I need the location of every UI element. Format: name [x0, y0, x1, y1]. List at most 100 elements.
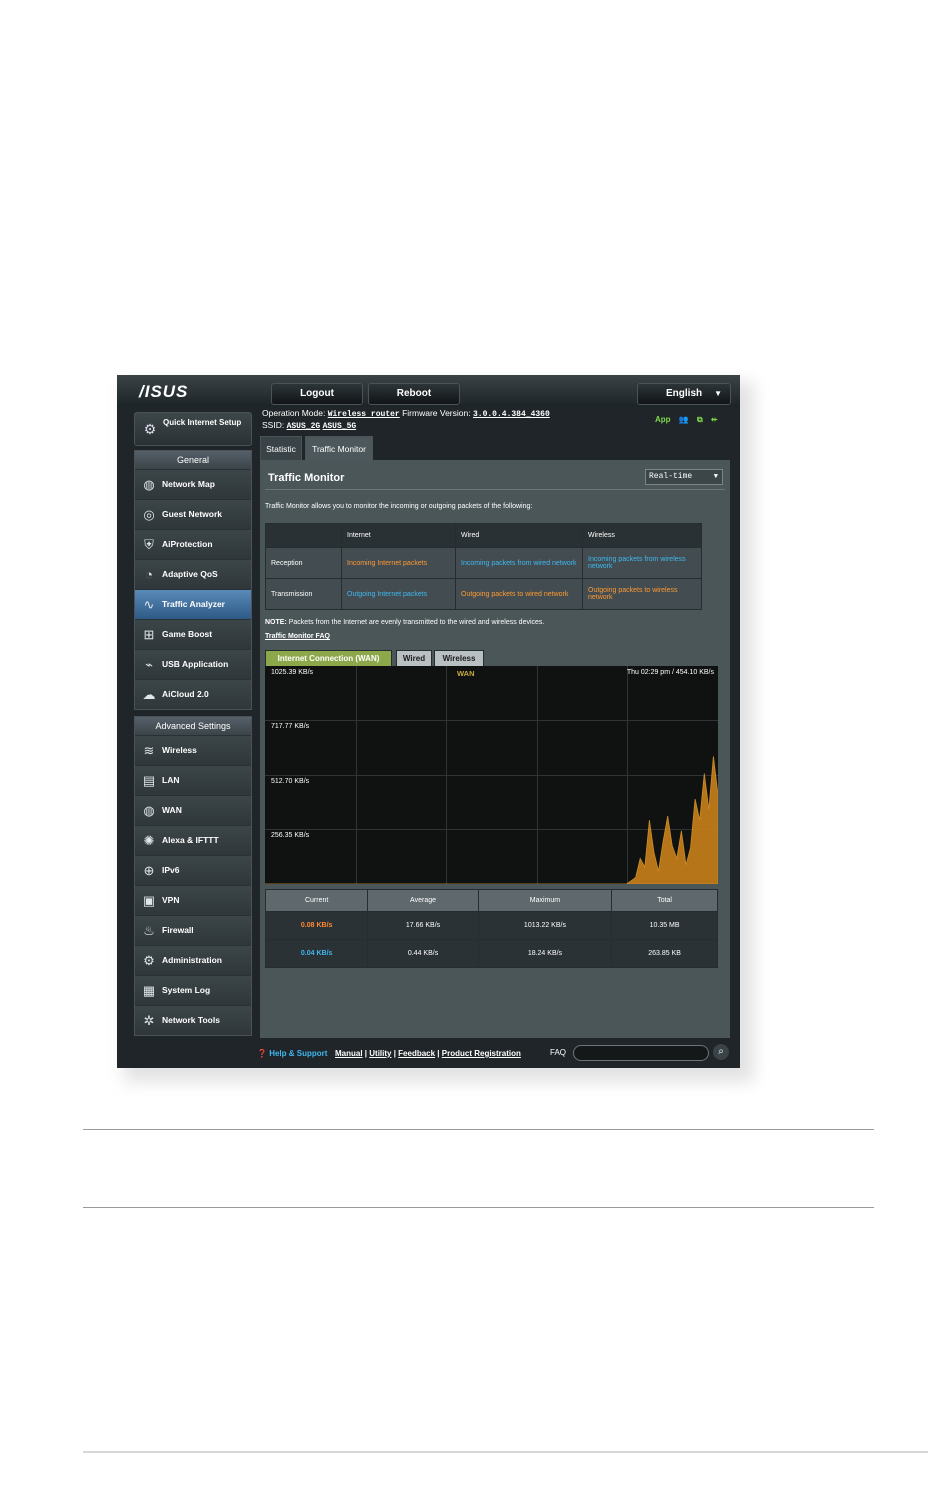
reboot-button[interactable]: Reboot: [368, 383, 460, 405]
lan-icon: ▤: [142, 773, 156, 788]
mode-value: Real-time: [649, 472, 693, 481]
sidebar-item-network-tools[interactable]: ✲ Network Tools: [135, 1005, 251, 1035]
table-header: Internet: [341, 523, 456, 548]
logout-button[interactable]: Logout: [271, 383, 363, 405]
sidebar-item-guest-network[interactable]: ◎ Guest Network: [135, 499, 251, 529]
top-bar: /ISUS Logout Reboot English ▼: [117, 375, 740, 407]
language-select[interactable]: English ▼: [637, 383, 731, 405]
router-info: Operation Mode: Wireless router Firmware…: [262, 408, 550, 432]
tab-traffic-monitor[interactable]: Traffic Monitor: [305, 436, 373, 461]
feedback-link[interactable]: Feedback: [398, 1049, 435, 1058]
description: Traffic Monitor allows you to monitor th…: [265, 503, 533, 510]
ssid-label: SSID:: [262, 420, 285, 430]
table-cell: Incoming packets from wireless network: [582, 547, 702, 579]
ssid-5g-link[interactable]: ASUS_5G: [323, 422, 357, 431]
page-title: Traffic Monitor: [268, 472, 345, 484]
table-cell: Outgoing Internet packets: [341, 578, 456, 610]
table-cell: Incoming packets from wired network: [455, 547, 583, 579]
divider: [265, 489, 725, 490]
utility-link[interactable]: Utility: [369, 1049, 391, 1058]
sidebar-item-ipv6[interactable]: ⊕ IPv6: [135, 855, 251, 885]
page-rule-top: [83, 1129, 874, 1130]
note: NOTE: Packets from the Internet are even…: [265, 619, 544, 626]
sidebar-item-label: VPN: [162, 895, 180, 905]
sidebar-item-label: IPv6: [162, 865, 180, 875]
stats-header: Maximum: [477, 889, 613, 912]
ssid-2g-link[interactable]: ASUS_2G: [287, 422, 321, 431]
total-tx: 263.85 KB: [611, 939, 718, 968]
faq-link[interactable]: Traffic Monitor FAQ: [265, 633, 330, 640]
help-label: Help & Support: [269, 1049, 328, 1058]
qis-label: Quick Internet Setup: [163, 418, 242, 427]
vpn-icon: ▣: [142, 893, 156, 908]
sidebar-item-label: Game Boost: [162, 629, 213, 639]
sidebar-item-adaptive-qos[interactable]: ◔ Adaptive QoS: [135, 559, 251, 589]
tab-statistic[interactable]: Statistic: [260, 436, 302, 461]
main-panel: Traffic Monitor Real-time ▼ Traffic Moni…: [260, 460, 730, 1038]
stats-row: 0.08 KB/s 17.66 KB/s 1013.22 KB/s 10.35 …: [264, 911, 718, 940]
status-icons: App 👥 ⧉ ⇷: [649, 415, 718, 425]
sidebar-item-label: Wireless: [162, 745, 197, 755]
sidebar-item-vpn[interactable]: ▣ VPN: [135, 885, 251, 915]
note-label: NOTE:: [265, 619, 287, 626]
sidebar-item-label: Administration: [162, 955, 222, 965]
product-registration-link[interactable]: Product Registration: [442, 1049, 521, 1058]
sidebar-item-network-map[interactable]: ◍ Network Map: [135, 469, 251, 499]
mode-select[interactable]: Real-time ▼: [645, 469, 723, 485]
wand-icon: ⚙: [143, 421, 157, 437]
footer-links: Manual | Utility | Feedback | Product Re…: [335, 1049, 521, 1058]
sidebar-item-label: LAN: [162, 775, 180, 785]
y-tick-label: 512.70 KB/s: [271, 778, 310, 785]
table-cell: Incoming Internet packets: [341, 547, 456, 579]
chart-title: WAN: [457, 669, 475, 678]
sidebar-item-wireless[interactable]: ≋ Wireless: [135, 735, 251, 765]
sidebar-item-usb-application[interactable]: ⌁ USB Application: [135, 649, 251, 679]
sidebar-item-lan[interactable]: ▤ LAN: [135, 765, 251, 795]
sidebar-item-system-log[interactable]: ▦ System Log: [135, 975, 251, 1005]
gauge-icon: ◔: [145, 567, 153, 582]
sidebar-item-alexa-ifttt[interactable]: ✺ Alexa & IFTTT: [135, 825, 251, 855]
sidebar-item-label: WAN: [162, 805, 182, 815]
search-icon[interactable]: ⌕: [713, 1044, 729, 1060]
sidebar-item-traffic-analyzer[interactable]: ∿ Traffic Analyzer: [135, 589, 251, 619]
footer: ❓ Help & Support Manual | Utility | Feed…: [257, 1043, 740, 1068]
average-rx: 17.66 KB/s: [367, 911, 479, 940]
wave-icon: ∿: [143, 597, 155, 612]
table-header: Wired: [455, 523, 583, 548]
traffic-chart-svg: 1025.39 KB/s 717.77 KB/s 512.70 KB/s 256.35…: [265, 666, 719, 885]
alexa-icon: ✺: [143, 833, 155, 848]
firmware-link[interactable]: 3.0.0.4.384_4360: [473, 410, 550, 419]
network-status-icon[interactable]: ⧉: [697, 415, 703, 424]
sidebar-item-label: Network Map: [162, 479, 215, 489]
current-tx: 0.04 KB/s: [264, 939, 369, 968]
current-rx: 0.08 KB/s: [264, 911, 369, 940]
gamepad-icon: ⊞: [143, 627, 155, 642]
total-rx: 10.35 MB: [611, 911, 718, 940]
clients-icon[interactable]: 👥: [679, 415, 689, 424]
op-mode-link[interactable]: Wireless router: [328, 410, 400, 419]
sidebar-item-aiprotection[interactable]: ⛨ AiProtection: [135, 529, 251, 559]
y-tick-label: 1025.39 KB/s: [271, 669, 314, 676]
sidebar-item-aicloud-2-0[interactable]: ☁ AiCloud 2.0: [135, 679, 251, 709]
quick-internet-setup-button[interactable]: ⚙ Quick Internet Setup: [134, 412, 252, 446]
sidebar-item-wan[interactable]: ◍ WAN: [135, 795, 251, 825]
cloud-icon: ☁: [142, 687, 156, 702]
faq-search-input[interactable]: [573, 1045, 709, 1061]
sidebar-item-game-boost[interactable]: ⊞ Game Boost: [135, 619, 251, 649]
stats-header: Average: [367, 889, 479, 912]
sidebar-item-label: Adaptive QoS: [162, 569, 218, 579]
app-link[interactable]: App: [655, 415, 671, 424]
table-header: Wireless: [582, 523, 702, 548]
usb-status-icon[interactable]: ⇷: [711, 415, 718, 424]
chevron-down-icon: ▼: [713, 473, 718, 481]
manual-link[interactable]: Manual: [335, 1049, 363, 1058]
chevron-down-icon: ▼: [714, 389, 722, 398]
stats-header: Current: [264, 889, 369, 912]
sidebar-advanced: Advanced Settings ≋ Wireless ▤ LAN ◍ WAN ✺ Alex…: [134, 716, 252, 1036]
y-tick-label: 717.77 KB/s: [271, 723, 310, 730]
stats-header: Total: [611, 889, 718, 912]
guest-globe-icon: ◎: [143, 507, 155, 522]
sidebar-item-firewall[interactable]: ♨ Firewall: [135, 915, 251, 945]
sidebar-item-label: AiProtection: [162, 539, 213, 549]
sidebar-item-administration[interactable]: ⚙ Administration: [135, 945, 251, 975]
